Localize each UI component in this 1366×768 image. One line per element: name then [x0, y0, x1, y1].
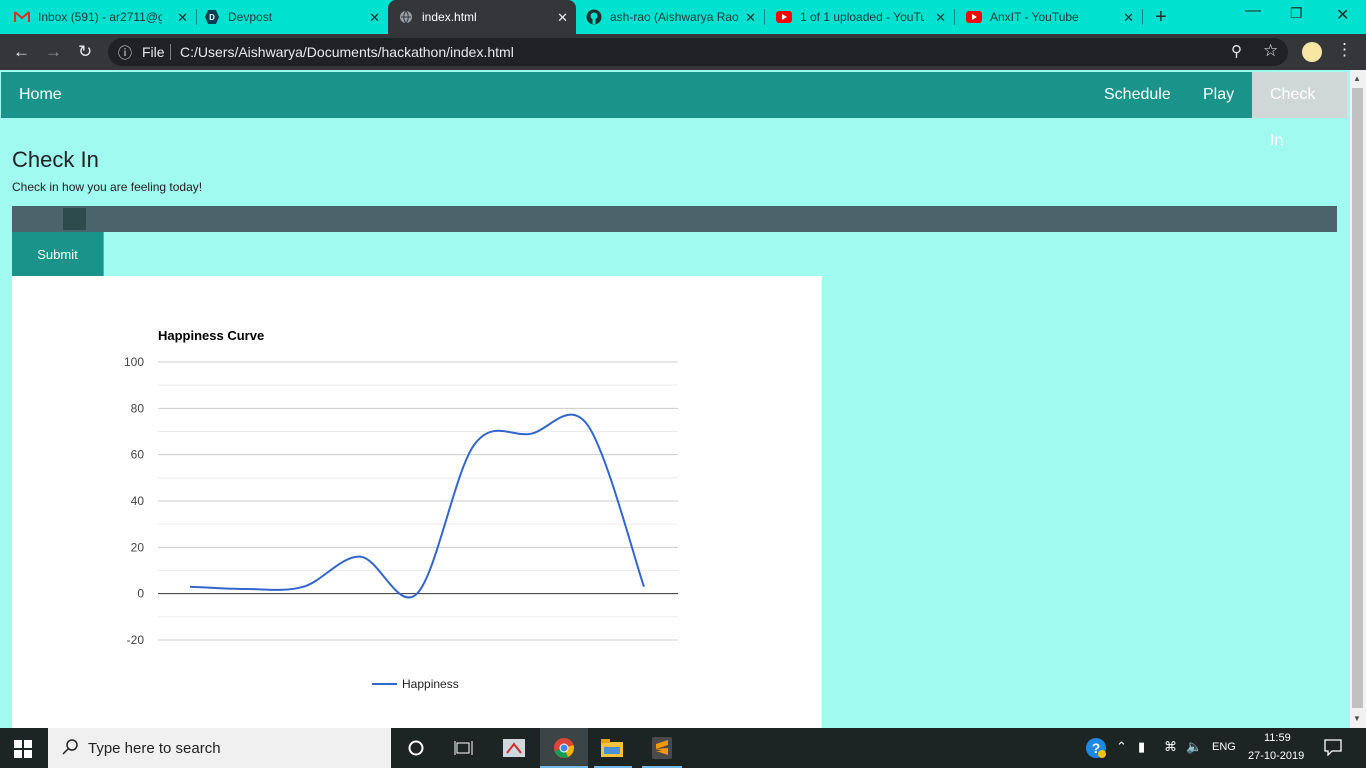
task-view-icon[interactable]: [452, 736, 476, 760]
browser-tab-strip: Inbox (591) - ar2711@g ✕ D Devpost ✕ ind…: [0, 0, 1366, 34]
minimize-icon[interactable]: —: [1245, 2, 1261, 20]
taskbar-search-box[interactable]: Type here to search: [48, 728, 391, 768]
github-icon: [586, 9, 602, 25]
reload-icon[interactable]: ↻: [78, 42, 92, 62]
tab-title: 1 of 1 uploaded - YouTu: [800, 10, 924, 24]
battery-icon[interactable]: ▮: [1138, 739, 1145, 755]
search-icon: [62, 738, 80, 761]
wifi-icon[interactable]: ⌘: [1164, 739, 1177, 755]
chart-svg: Happiness Curve 100 80 60 40 20 0 -20 Happiness: [124, 328, 678, 691]
mood-slider-thumb[interactable]: [63, 208, 86, 230]
submit-button[interactable]: Submit: [12, 232, 104, 276]
devpost-icon: D: [204, 9, 220, 25]
chart-y-tick-label: -20: [127, 633, 145, 647]
address-separator: [170, 44, 171, 60]
web-page: Home Schedule Play Check In Check In Che…: [0, 70, 1350, 728]
tab-separator: [1142, 9, 1143, 25]
tab-title: AnxIT - YouTube: [990, 10, 1079, 24]
nav-checkin-link[interactable]: Check In: [1252, 72, 1347, 149]
language-indicator[interactable]: ENG: [1212, 741, 1236, 753]
chart-y-tick-label: 60: [131, 448, 145, 462]
tab-github[interactable]: ash-rao (Aishwarya Rao ✕: [586, 0, 764, 34]
site-navbar: Home Schedule Play Check In: [1, 72, 1347, 149]
snipping-tool-icon[interactable]: [502, 736, 526, 760]
svg-text:D: D: [209, 13, 215, 22]
legend-label: Happiness: [402, 677, 459, 691]
cortana-icon[interactable]: [404, 736, 428, 760]
file-explorer-icon[interactable]: [600, 736, 624, 760]
gmail-icon: [14, 9, 30, 25]
globe-icon: [398, 9, 414, 25]
nav-play-link[interactable]: Play: [1185, 72, 1252, 118]
chart-y-tick-label: 0: [137, 587, 144, 601]
tab-title: ash-rao (Aishwarya Rao: [610, 10, 739, 24]
chart-y-tick-label: 80: [131, 401, 145, 415]
clock-time[interactable]: 11:59: [1264, 732, 1291, 744]
chart-title: Happiness Curve: [158, 328, 264, 343]
windows-taskbar: Type here to search ? ⌃ ▮ ⌘ 🔈 ENG 11:59 …: [0, 728, 1366, 768]
restore-icon[interactable]: ❐: [1290, 5, 1303, 22]
tab-gmail[interactable]: Inbox (591) - ar2711@g ✕: [14, 0, 196, 34]
page-subtitle: Check in how you are feeling today!: [12, 180, 203, 194]
back-icon[interactable]: ←: [13, 42, 30, 62]
notifications-icon[interactable]: [1324, 738, 1342, 759]
forward-icon[interactable]: →: [45, 42, 62, 62]
nav-schedule-link[interactable]: Schedule: [1086, 72, 1189, 118]
scroll-thumb[interactable]: [1352, 88, 1363, 708]
zoom-icon[interactable]: ⚲: [1231, 42, 1242, 60]
tab-devpost[interactable]: D Devpost ✕: [204, 0, 388, 34]
tab-separator: [954, 9, 955, 25]
tab-title: Devpost: [228, 10, 273, 24]
youtube-icon: [776, 9, 792, 25]
tab-separator: [196, 9, 197, 25]
help-icon[interactable]: ?: [1084, 736, 1108, 760]
info-icon[interactable]: ⓘ: [118, 43, 132, 63]
close-tab-icon[interactable]: ✕: [1123, 10, 1134, 26]
page-scrollbar[interactable]: ▲ ▼: [1350, 70, 1366, 728]
tab-separator: [764, 9, 765, 25]
tray-overflow-icon[interactable]: ⌃: [1116, 739, 1127, 755]
page-title: Check In: [12, 147, 99, 172]
chart-y-tick-label: 20: [131, 540, 145, 554]
chart-y-tick-label: 40: [131, 494, 145, 508]
taskbar-search-placeholder: Type here to search: [88, 740, 221, 757]
tab-youtube-upload[interactable]: 1 of 1 uploaded - YouTu ✕: [776, 0, 954, 34]
scroll-up-icon[interactable]: ▲: [1353, 74, 1361, 83]
sublime-text-icon[interactable]: [650, 736, 674, 760]
youtube-icon: [966, 9, 982, 25]
new-tab-button[interactable]: +: [1155, 6, 1167, 29]
address-scheme-label: File: [142, 44, 165, 60]
close-tab-icon[interactable]: ✕: [935, 10, 946, 26]
menu-icon[interactable]: ⋮: [1336, 40, 1353, 60]
mood-slider[interactable]: [12, 206, 1337, 232]
close-tab-icon[interactable]: ✕: [369, 10, 380, 26]
chart-y-tick-label: 100: [124, 355, 144, 369]
address-url[interactable]: C:/Users/Aishwarya/Documents/hackathon/i…: [180, 44, 514, 60]
chrome-icon[interactable]: [552, 736, 576, 760]
bookmark-star-icon[interactable]: ☆: [1263, 41, 1278, 61]
volume-muted-icon[interactable]: 🔈: [1186, 739, 1202, 755]
nav-home-link[interactable]: Home: [1, 72, 80, 118]
tab-anxit-youtube[interactable]: AnxIT - YouTube ✕: [966, 0, 1142, 34]
scroll-down-icon[interactable]: ▼: [1353, 714, 1361, 723]
close-tab-icon[interactable]: ✕: [177, 10, 188, 26]
close-tab-icon[interactable]: ✕: [745, 10, 756, 26]
tab-title: Inbox (591) - ar2711@g: [38, 10, 162, 24]
happiness-chart: Happiness Curve 100 80 60 40 20 0 -20 Happiness: [12, 276, 822, 728]
clock-date[interactable]: 27-10-2019: [1248, 750, 1304, 762]
profile-avatar[interactable]: [1302, 42, 1322, 62]
window-close-icon[interactable]: ✕: [1336, 5, 1349, 25]
close-tab-icon[interactable]: ✕: [557, 10, 568, 26]
tab-title: index.html: [422, 10, 477, 24]
windows-start-icon[interactable]: [14, 740, 32, 763]
tab-index-html[interactable]: index.html ✕: [388, 0, 576, 34]
